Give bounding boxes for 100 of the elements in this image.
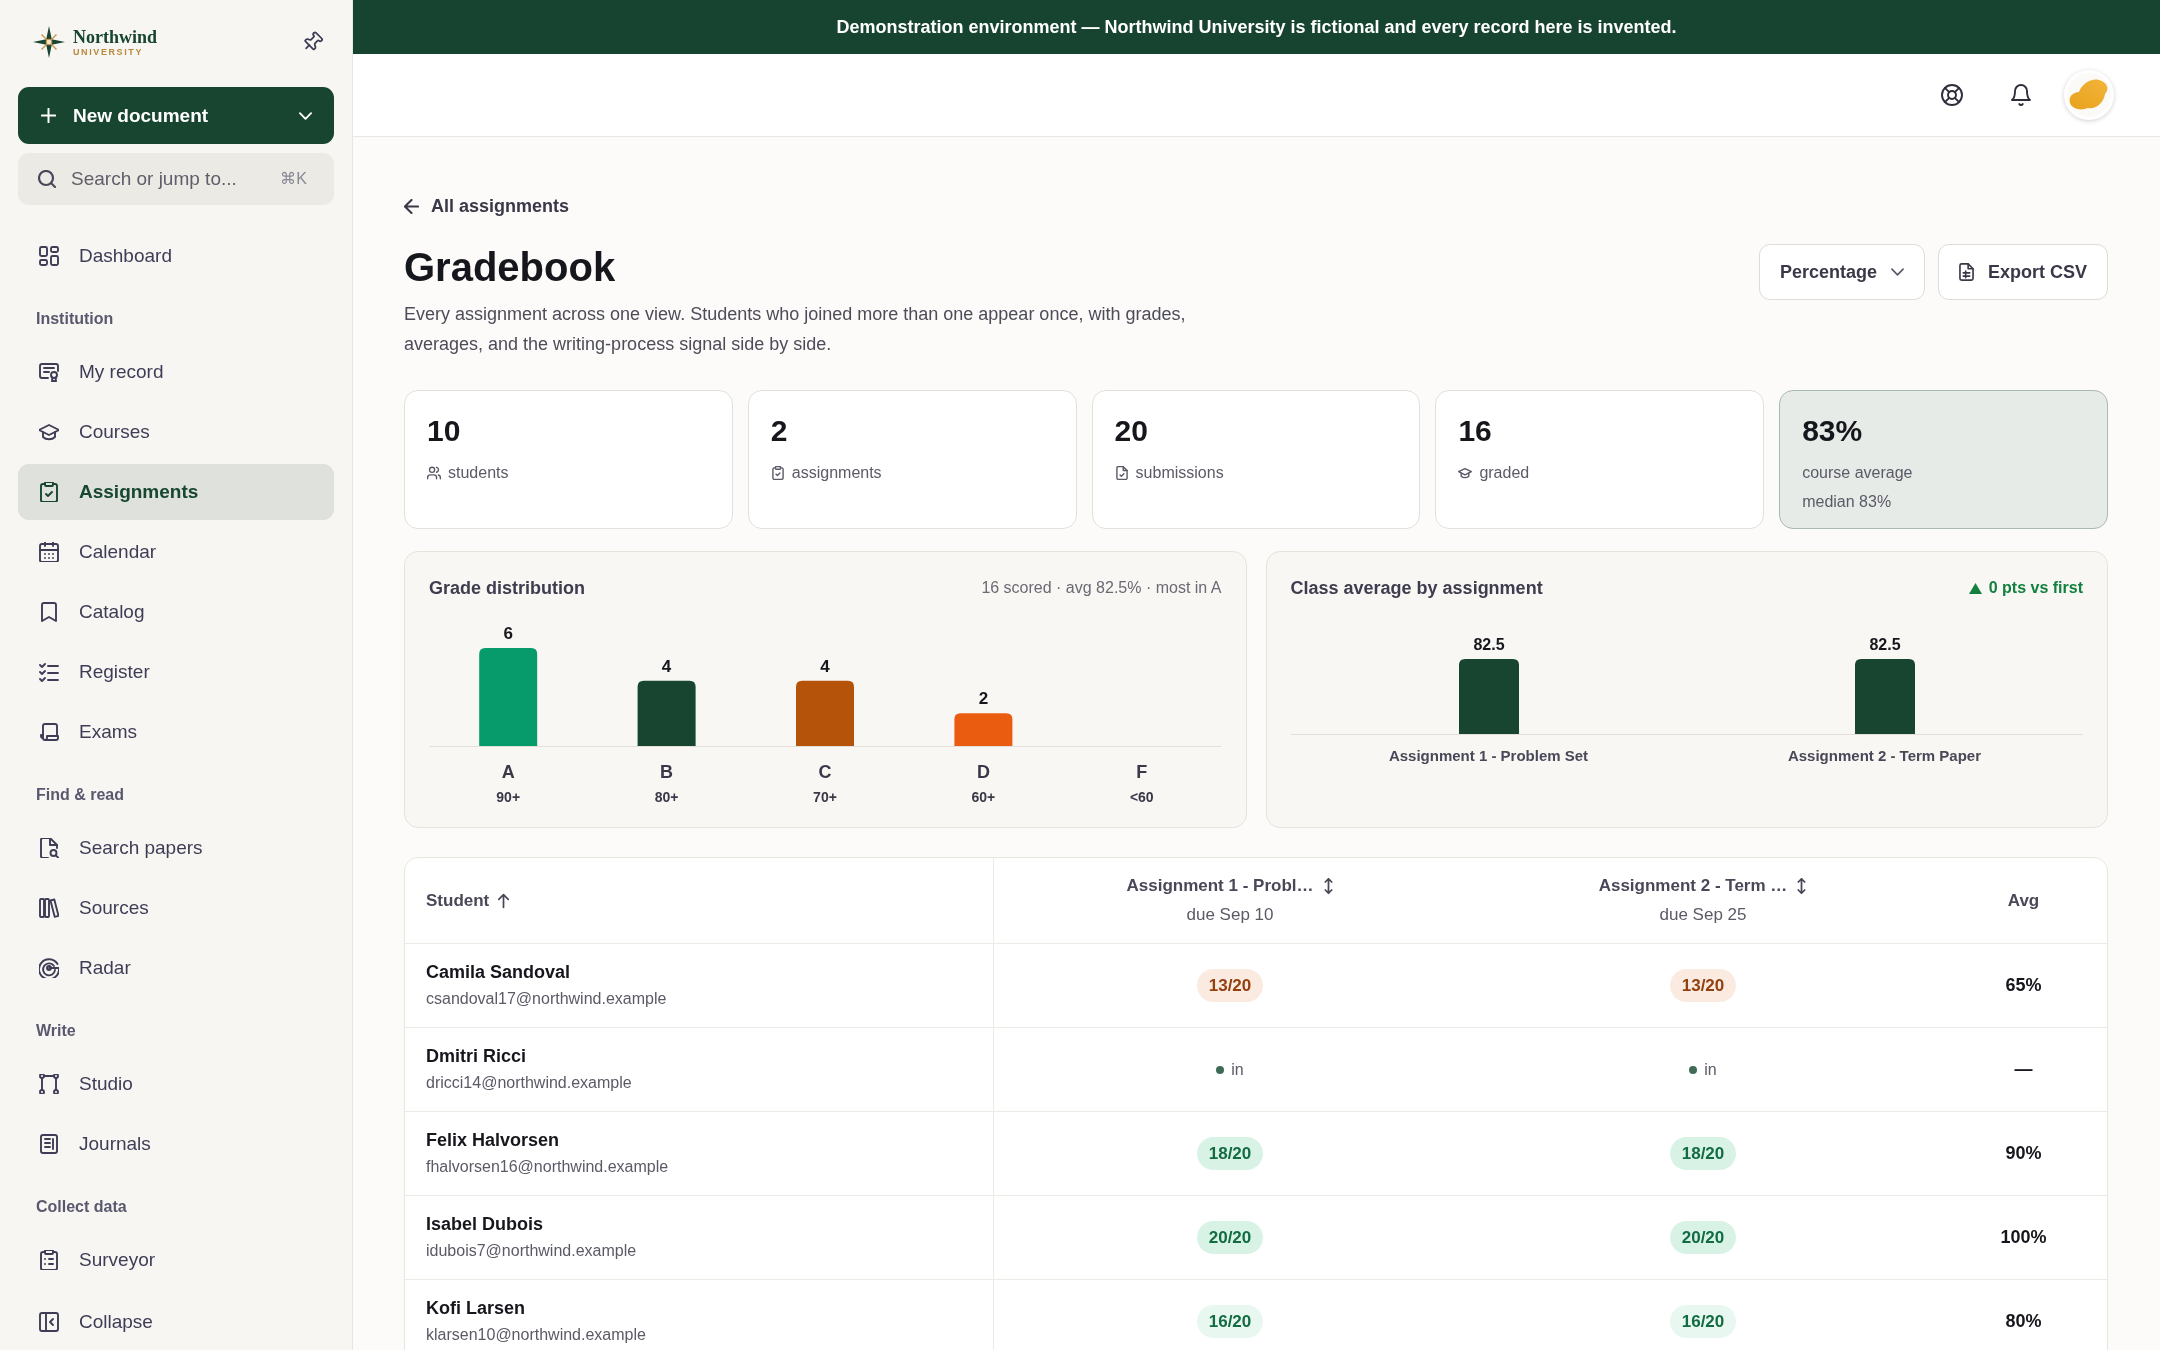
average-grade: 80% bbox=[2005, 1311, 2042, 1332]
grade-badge[interactable]: 20/20 bbox=[1669, 1221, 1737, 1254]
bar-value-label: 4 bbox=[661, 656, 672, 676]
nav-item[interactable]: Register bbox=[18, 644, 334, 700]
clipboard-check-icon bbox=[39, 482, 59, 502]
nav-item[interactable]: My record bbox=[18, 344, 334, 400]
nav-item[interactable]: Catalog bbox=[18, 584, 334, 640]
column-header[interactable]: Student bbox=[426, 889, 510, 912]
chart-summary: 16 scored · avg 82.5% · most in A bbox=[981, 579, 1222, 597]
student-name: Kofi Larsen bbox=[426, 1297, 526, 1319]
logo-name: Northwind bbox=[73, 27, 157, 46]
student-name: Camila Sandoval bbox=[426, 961, 571, 983]
stat-label: graded bbox=[1479, 463, 1530, 483]
student-name: Felix Halvorsen bbox=[426, 1129, 560, 1151]
nav-item[interactable]: Journals bbox=[18, 1116, 334, 1172]
chart-title: Class average by assignment bbox=[1290, 577, 1543, 599]
column-header[interactable]: Assignment 2 - Term … bbox=[1598, 875, 1808, 897]
column-header[interactable]: Assignment 1 - Probl… bbox=[1126, 875, 1334, 897]
grade-badge[interactable]: 13/20 bbox=[1196, 969, 1264, 1002]
grade-badge[interactable]: 13/20 bbox=[1669, 969, 1737, 1002]
average-grade: — bbox=[2014, 1059, 2033, 1080]
checklist-icon bbox=[39, 662, 59, 682]
grade-category-label: A bbox=[501, 762, 515, 782]
stat-note: median 83% bbox=[1802, 492, 1893, 512]
due-date: due Sep 25 bbox=[1659, 904, 1747, 926]
bar-value-label: 6 bbox=[503, 624, 513, 643]
bell-icon[interactable] bbox=[2010, 84, 2032, 106]
grade-category-label: F bbox=[1136, 762, 1148, 782]
column-header[interactable]: Avg bbox=[2007, 889, 2040, 912]
average-grade: 90% bbox=[2005, 1143, 2042, 1164]
nav-item[interactable]: Calendar bbox=[18, 524, 334, 580]
file-check-icon bbox=[1114, 466, 1129, 480]
grade-badge[interactable]: 16/20 bbox=[1196, 1305, 1264, 1338]
assignment-category-label: Assignment 1 - Problem Set bbox=[1388, 746, 1589, 766]
grade-category-label: B bbox=[660, 762, 674, 782]
scroll-icon bbox=[39, 722, 59, 742]
stat-label: submissions bbox=[1135, 463, 1224, 483]
grade-badge[interactable]: 16/20 bbox=[1669, 1305, 1737, 1338]
compass-star-icon bbox=[33, 26, 65, 58]
nav-item[interactable]: Exams bbox=[18, 704, 334, 760]
nav-section-heading: Collect data bbox=[35, 1197, 128, 1217]
spreadsheet-file-icon bbox=[1958, 263, 1974, 281]
grade-badge[interactable]: 18/20 bbox=[1669, 1137, 1737, 1170]
graduation-cap-icon bbox=[39, 422, 59, 442]
grade-range-label: 80+ bbox=[654, 788, 679, 806]
nav-item[interactable]: Surveyor bbox=[18, 1232, 334, 1288]
average-grade: 100% bbox=[2000, 1227, 2047, 1248]
stat-value: 2 bbox=[770, 413, 789, 449]
stat-label: students bbox=[448, 463, 509, 483]
stat-label: assignments bbox=[791, 463, 882, 483]
grade-badge[interactable]: 18/20 bbox=[1196, 1137, 1264, 1170]
export-csv-button[interactable]: Export CSV bbox=[1937, 244, 2108, 300]
nav-section-heading: Institution bbox=[35, 309, 115, 329]
help-lifebuoy-icon[interactable] bbox=[1941, 84, 1963, 106]
stat-value: 10 bbox=[427, 413, 462, 449]
assignment-category-label: Assignment 2 - Term Paper bbox=[1787, 746, 1982, 766]
certificate-icon bbox=[39, 362, 59, 382]
radar-icon bbox=[39, 958, 59, 978]
collapse-button[interactable]: Collapse bbox=[18, 1300, 334, 1344]
nav-item[interactable]: Studio bbox=[18, 1056, 334, 1112]
nav-item[interactable]: Radar bbox=[18, 940, 334, 996]
status-dot-icon bbox=[1216, 1065, 1225, 1074]
chart-title: Grade distribution bbox=[429, 577, 585, 599]
chevron-down-icon bbox=[1890, 268, 1904, 276]
stat-label: course average bbox=[1802, 463, 1913, 483]
grade-range-label: 60+ bbox=[971, 788, 996, 806]
demo-banner: Demonstration environment — Northwind University is fictional and every record here is invented. bbox=[353, 0, 2160, 54]
page-description: Every assignment across one view. Students who joined more than one appear once, with grades, averages, and the writing-process signal side by side. bbox=[404, 303, 1187, 356]
page-title: Gradebook bbox=[404, 244, 617, 291]
nav-item[interactable]: Sources bbox=[18, 880, 334, 936]
chevron-down-icon bbox=[299, 111, 312, 120]
submission-status: in bbox=[1231, 1060, 1244, 1079]
student-name: Dmitri Ricci bbox=[426, 1045, 527, 1067]
scale-select[interactable]: Percentage bbox=[1758, 244, 1925, 300]
student-email: dricci14@northwind.example bbox=[426, 1073, 632, 1093]
grade-category-label: D bbox=[976, 762, 990, 782]
bar-value-label: 82.5 bbox=[1472, 636, 1505, 653]
nav-item[interactable]: Dashboard bbox=[18, 228, 334, 284]
nav-item[interactable]: Courses bbox=[18, 404, 334, 460]
student-name: Isabel Dubois bbox=[426, 1213, 544, 1235]
grade-category-label: C bbox=[818, 762, 832, 782]
stat-value: 83% bbox=[1802, 413, 1864, 449]
file-search-icon bbox=[39, 838, 59, 858]
stat-value: 16 bbox=[1458, 413, 1493, 449]
newspaper-icon bbox=[39, 1134, 59, 1154]
status-dot-icon bbox=[1689, 1065, 1698, 1074]
books-icon bbox=[39, 898, 59, 918]
student-email: klarsen10@northwind.example bbox=[426, 1325, 646, 1345]
new-document-button[interactable]: New document bbox=[18, 87, 334, 144]
bar-value-label: 2 bbox=[978, 689, 989, 709]
stat-value: 20 bbox=[1114, 413, 1149, 449]
calendar-icon bbox=[39, 542, 59, 562]
nav-item[interactable]: Assignments bbox=[18, 464, 334, 520]
bar-value-label: 82.5 bbox=[1868, 636, 1901, 653]
bookmark-icon bbox=[39, 602, 59, 622]
nav-item[interactable]: Search papers bbox=[18, 820, 334, 876]
grade-badge[interactable]: 20/20 bbox=[1196, 1221, 1264, 1254]
back-link[interactable]: All assignments bbox=[404, 196, 570, 217]
due-date: due Sep 10 bbox=[1186, 904, 1274, 926]
arrow-left-icon bbox=[404, 199, 419, 214]
